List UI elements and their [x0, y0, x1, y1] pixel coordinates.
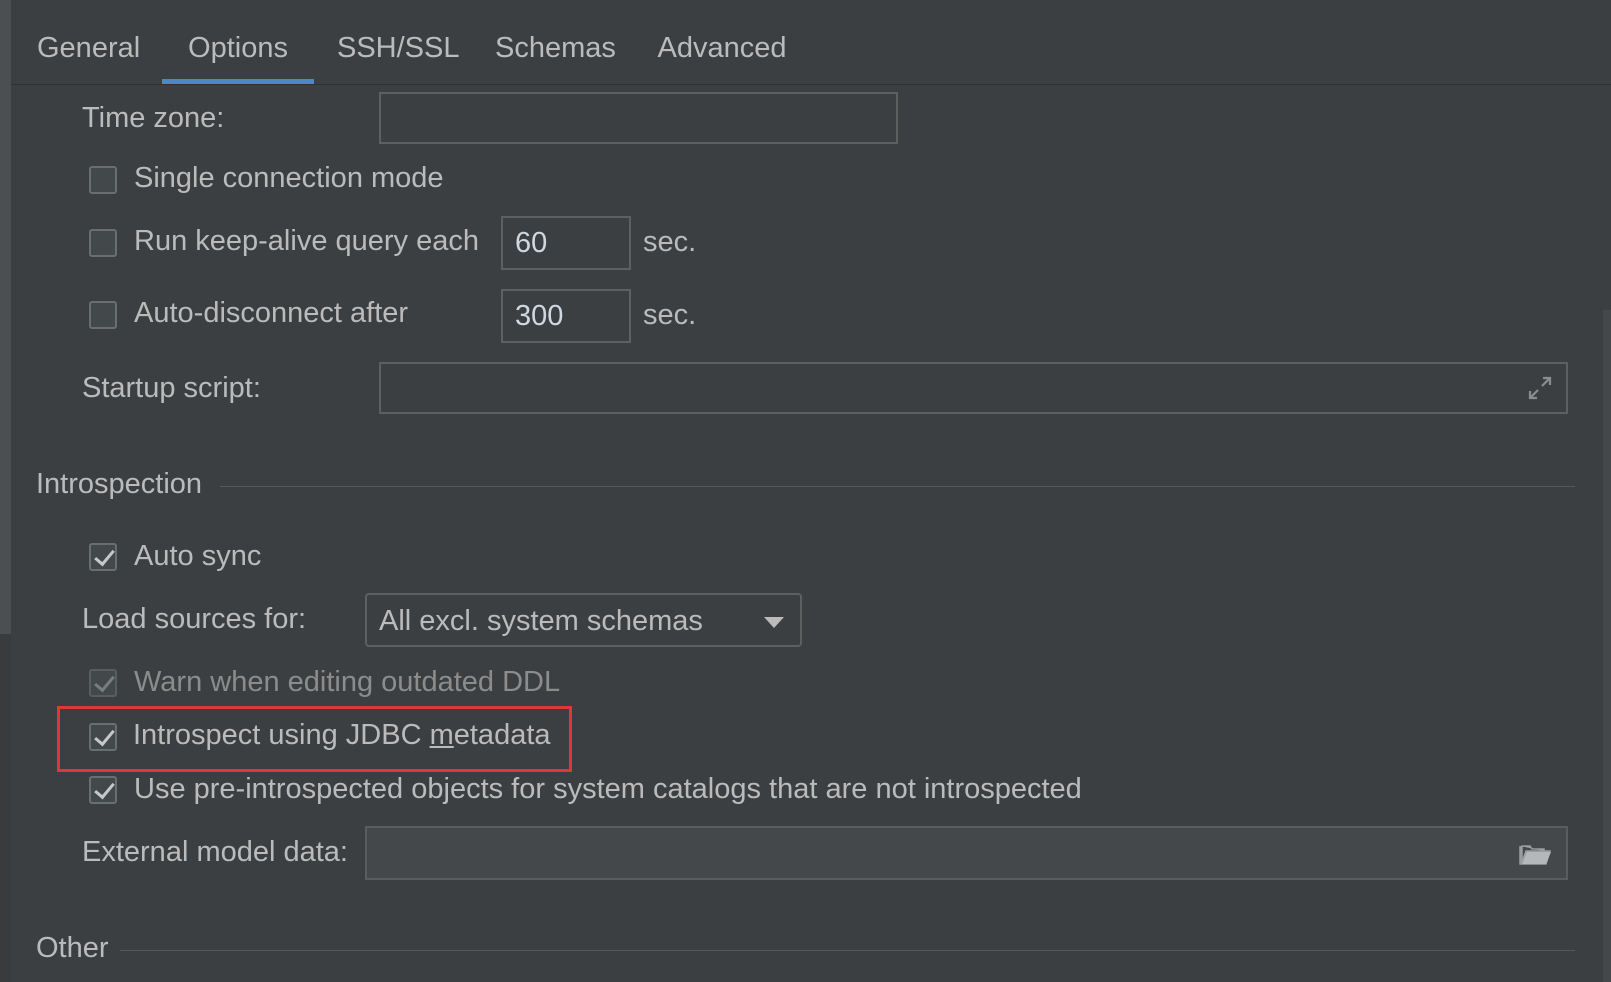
time-zone-input[interactable]	[379, 92, 898, 144]
folder-open-icon[interactable]	[1518, 840, 1552, 868]
expand-icon[interactable]	[1526, 374, 1554, 402]
load-sources-label: Load sources for:	[82, 603, 307, 635]
highlight-box	[57, 706, 572, 772]
pre-introspected-checkbox[interactable]	[89, 776, 117, 804]
keep-alive-unit: sec.	[643, 226, 697, 258]
single-connection-label: Single connection mode	[134, 162, 444, 194]
auto-sync-checkbox[interactable]	[89, 543, 117, 571]
tab-ssh-ssl[interactable]: SSH/SSL	[337, 0, 460, 84]
single-connection-checkbox[interactable]	[89, 166, 117, 194]
introspection-divider	[220, 486, 1575, 487]
left-panel-edge	[0, 0, 11, 634]
other-divider	[120, 950, 1575, 951]
keep-alive-seconds-input[interactable]	[501, 216, 631, 270]
startup-script-field[interactable]	[379, 362, 1568, 414]
startup-script-label: Startup script:	[82, 372, 261, 404]
auto-disconnect-label: Auto-disconnect after	[134, 297, 409, 329]
chevron-down-icon	[764, 617, 784, 628]
time-zone-label: Time zone:	[82, 102, 225, 134]
pre-introspected-label: Use pre-introspected objects for system …	[134, 773, 1082, 805]
warn-outdated-checkbox[interactable]	[89, 669, 117, 697]
checkmark-icon	[94, 544, 115, 567]
external-model-field[interactable]	[365, 826, 1568, 880]
warn-outdated-label: Warn when editing outdated DDL	[134, 666, 561, 698]
load-sources-select[interactable]: All excl. system schemas	[365, 593, 802, 647]
tab-general[interactable]: General	[37, 0, 140, 84]
auto-disconnect-seconds-input[interactable]	[501, 289, 631, 343]
tab-bar: General Options SSH/SSL Schemas Advanced	[11, 0, 1611, 85]
tab-schemas[interactable]: Schemas	[495, 0, 616, 84]
keep-alive-label: Run keep-alive query each	[134, 225, 479, 257]
auto-sync-label: Auto sync	[134, 540, 262, 572]
tab-advanced[interactable]: Advanced	[657, 0, 787, 84]
tab-options[interactable]: Options	[162, 0, 314, 84]
auto-disconnect-unit: sec.	[643, 299, 697, 331]
external-model-label: External model data:	[82, 836, 348, 868]
checkmark-icon	[94, 777, 115, 800]
introspection-section-title: Introspection	[36, 468, 203, 500]
auto-disconnect-checkbox[interactable]	[89, 301, 117, 329]
keep-alive-checkbox[interactable]	[89, 229, 117, 257]
checkmark-icon	[94, 670, 115, 693]
other-section-title: Other	[36, 932, 109, 964]
left-panel-edge-lower	[0, 634, 11, 982]
load-sources-value: All excl. system schemas	[379, 605, 703, 637]
scrollbar-track[interactable]	[1603, 310, 1611, 982]
